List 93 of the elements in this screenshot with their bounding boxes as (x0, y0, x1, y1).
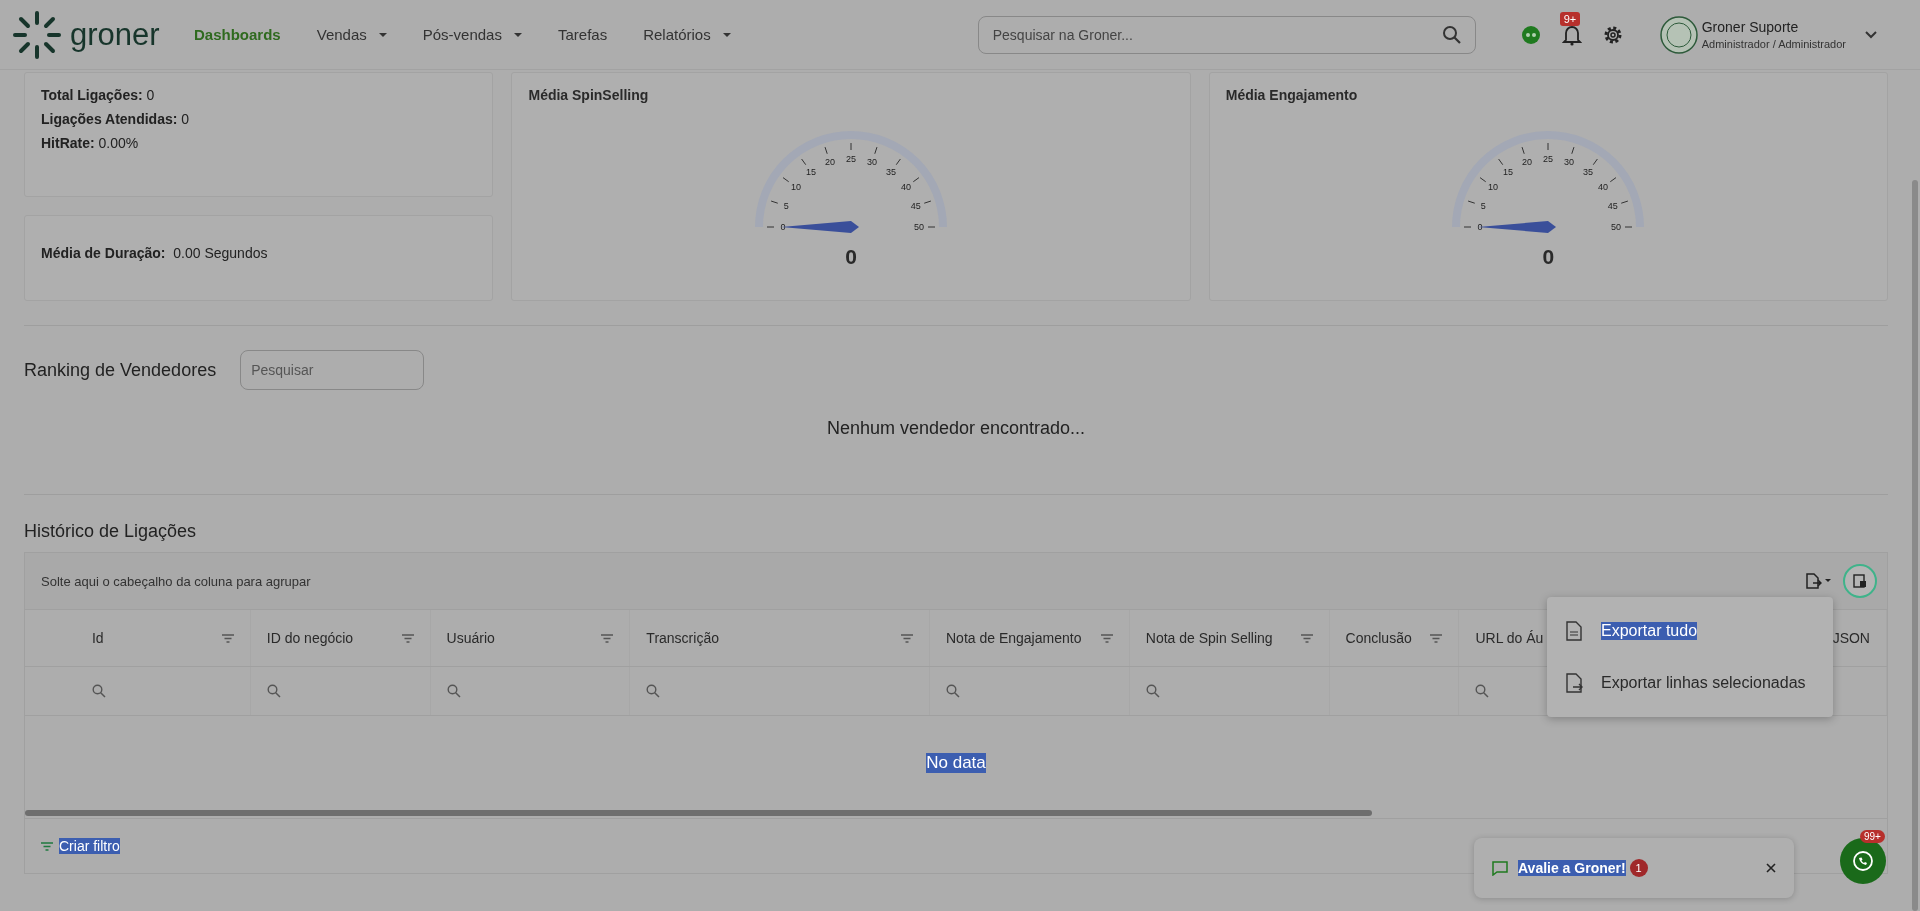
logo-icon (12, 9, 62, 60)
filter-icon[interactable] (221, 633, 234, 643)
column-header[interactable]: Nota de Engajamento (946, 630, 1082, 646)
column-header[interactable]: Nota de Spin Selling (1145, 630, 1273, 646)
gauge-tick-label: 45 (910, 201, 921, 211)
search-icon (1441, 24, 1462, 45)
caret-icon (513, 32, 522, 37)
search-icon[interactable] (646, 684, 661, 698)
filter-icon[interactable] (1430, 633, 1443, 643)
column-header[interactable]: Conclusão (1345, 630, 1412, 646)
nav-menu-item[interactable]: Relatórios (643, 26, 731, 43)
search-icon[interactable] (446, 684, 461, 698)
logo-text: groner (70, 16, 160, 53)
search-icon[interactable] (1145, 684, 1160, 698)
gauge-tick-label: 45 (1608, 201, 1619, 211)
gauge-tick-label: 30 (1564, 157, 1575, 168)
filter-icon[interactable] (401, 633, 414, 643)
document-icon (1565, 621, 1583, 641)
gauge-tick-label: 40 (1598, 182, 1609, 193)
chat-bubble-icon (1492, 860, 1508, 876)
gauge-tick-label: 0 (1477, 222, 1483, 232)
avatar[interactable] (1659, 15, 1698, 54)
card-title: Média SpinSelling (528, 87, 649, 103)
gauge-tick-label: 25 (846, 154, 857, 164)
user-role: Administrador / Administrador (1701, 38, 1846, 50)
toast-message[interactable]: Avalie a Groner! (1518, 860, 1626, 876)
search-icon[interactable] (1475, 684, 1490, 698)
gauge-tick-label: 20 (825, 157, 836, 168)
filter-icon[interactable] (1300, 633, 1313, 643)
stat-line: HitRate: 0.00% (41, 135, 140, 151)
column-header[interactable]: URL do Áu (1475, 630, 1544, 646)
scrollbar[interactable] (25, 810, 1372, 816)
gauge-tick-label: 40 (901, 182, 912, 193)
section-title: Ranking de Vendedores (24, 359, 217, 381)
nav-menu-item[interactable]: Tarefas (557, 26, 608, 43)
gauge-tick-label: 15 (806, 167, 817, 177)
phone-icon (1852, 850, 1874, 872)
caret-icon (378, 32, 387, 37)
chat-badge: 99+ (1860, 830, 1885, 843)
column-header[interactable]: Transcrição (646, 630, 719, 646)
notification-badge: 9+ (1559, 11, 1581, 26)
close-icon[interactable] (1766, 863, 1776, 873)
bell-icon[interactable] (1561, 23, 1582, 46)
caret-icon (722, 32, 731, 37)
chevron-down-icon[interactable] (1864, 29, 1878, 40)
gauge-tick-label: 0 (780, 222, 786, 232)
gauge-tick-label: 10 (791, 182, 802, 193)
count-badge: 1 (1629, 859, 1648, 877)
gauge-tick-label: 15 (1503, 167, 1514, 177)
user-name: Groner Suporte (1701, 19, 1800, 35)
search-icon[interactable] (946, 684, 960, 698)
stat-line: Total Ligações: 0 (41, 87, 156, 103)
nav-menu-item[interactable]: Pós-vendas (422, 26, 522, 43)
gauge-tick-label: 50 (914, 222, 925, 232)
scrollbar[interactable] (1912, 180, 1918, 911)
empty-message: Nenhum vendedor encontrado... (826, 418, 1086, 439)
gauge-tick-label: 35 (886, 167, 897, 177)
stat-line: Média de Duração: 0.00 Segundos (41, 245, 268, 261)
stat-line: Ligações Atendidas: 0 (41, 111, 191, 127)
gauge-value: 0 (1542, 245, 1555, 269)
search-icon[interactable] (266, 684, 281, 698)
nav-menu-item[interactable]: Vendas (316, 26, 387, 43)
export-icon[interactable] (1805, 573, 1831, 589)
search-field[interactable]: Pesquisar (240, 350, 425, 390)
gauge-tick-label: 50 (1611, 222, 1622, 232)
gauge-tick-label: 35 (1583, 167, 1594, 177)
menu-item-label: Exportar tudo (1601, 622, 1698, 640)
gauge-value: 0 (845, 245, 857, 269)
card-title: Média Engajamento (1225, 87, 1358, 103)
section-title: Histórico de Ligações (24, 521, 198, 542)
search-field[interactable]: Pesquisar na Groner... (977, 15, 1476, 54)
gauge-tick-label: 5 (1481, 201, 1487, 211)
document-icon (1565, 673, 1583, 693)
column-header[interactable]: Usuário (446, 630, 495, 646)
filter-icon[interactable] (1100, 633, 1113, 643)
filter-icon[interactable] (901, 633, 913, 643)
gauge-tick-label: 10 (1488, 182, 1499, 193)
gauge-tick-label: 25 (1543, 154, 1554, 164)
menu-item-label: Exportar linhas selecionadas (1601, 674, 1806, 692)
column-header[interactable]: ID do negócio (266, 630, 354, 646)
search-icon[interactable] (91, 684, 106, 698)
empty-message: No data (926, 753, 986, 773)
column-chooser-button[interactable] (1843, 564, 1877, 598)
filter-icon (41, 841, 53, 851)
gauge-tick-label: 5 (783, 201, 789, 211)
gauge-tick-label: 30 (867, 157, 878, 168)
column-header[interactable]: Id (91, 630, 104, 646)
create-filter-link[interactable]: Criar filtro (59, 838, 120, 854)
column-chooser-icon (1853, 574, 1867, 588)
filter-icon[interactable] (601, 633, 614, 643)
group-hint: Solte aqui o cabeçalho da coluna para agrupar (41, 573, 311, 589)
gauge-tick-label: 20 (1522, 157, 1533, 168)
column-header[interactable]: JSON (1832, 630, 1870, 646)
